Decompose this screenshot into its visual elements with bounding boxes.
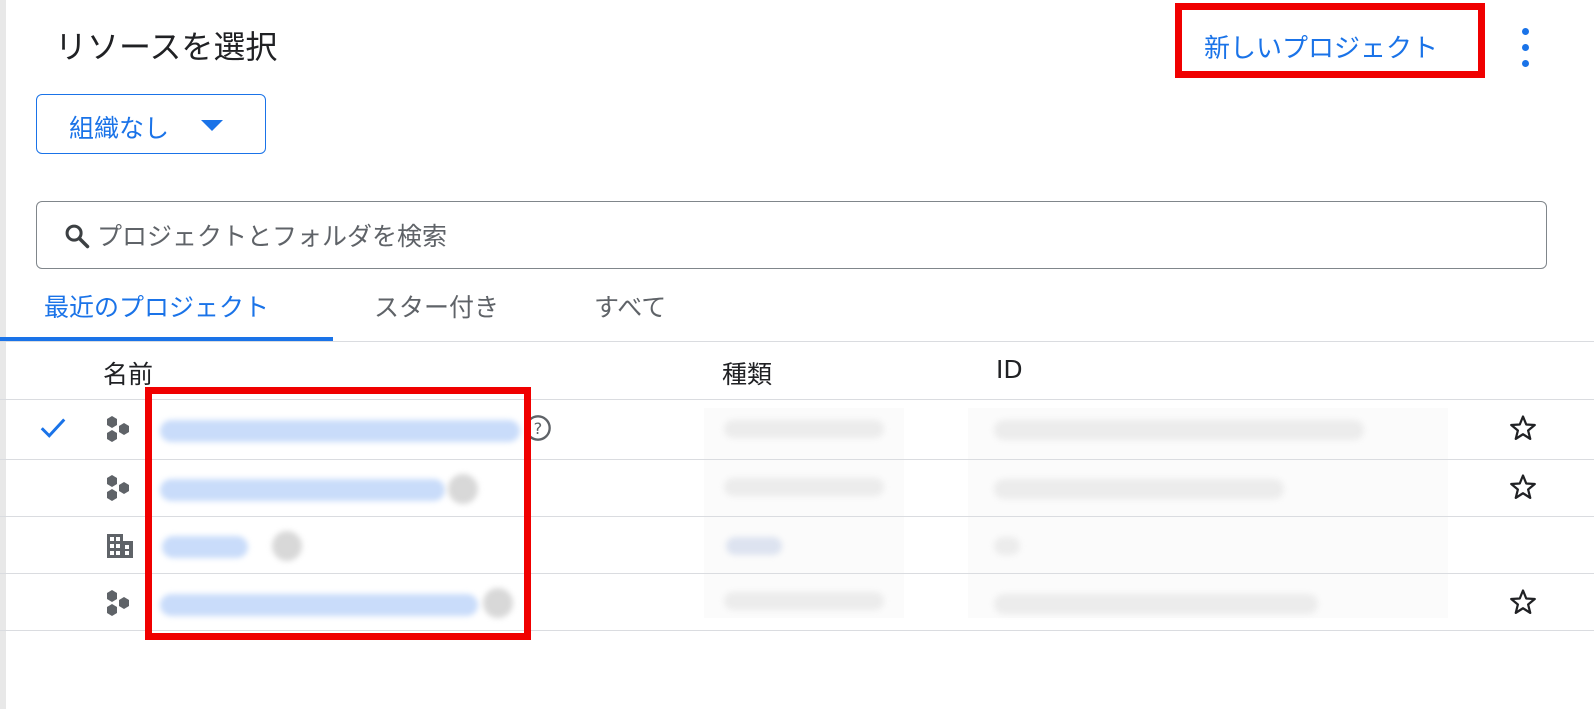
project-hexagons-icon	[107, 475, 129, 501]
search-box[interactable]	[36, 201, 1547, 269]
background-page-edge	[0, 0, 6, 709]
svg-text:?: ?	[534, 419, 543, 438]
redacted-project-type	[724, 420, 884, 438]
redacted-project-id	[994, 594, 1318, 614]
redacted-type-area	[704, 408, 904, 618]
highlight-project-names	[145, 387, 531, 640]
project-hexagons-icon	[107, 590, 129, 616]
tab-all[interactable]: すべて	[594, 288, 666, 324]
organization-building-icon	[107, 534, 133, 558]
search-icon	[65, 224, 90, 249]
column-header-name[interactable]: 名前	[103, 355, 153, 391]
highlight-new-project	[1175, 3, 1485, 78]
star-outline-icon[interactable]	[1508, 472, 1538, 502]
redacted-org-id	[994, 537, 1020, 555]
redacted-project-id	[994, 420, 1364, 440]
star-outline-icon[interactable]	[1508, 413, 1538, 443]
check-icon	[40, 418, 66, 438]
column-header-id[interactable]: ID	[996, 355, 1023, 384]
tab-recent-projects[interactable]: 最近のプロジェクト	[44, 288, 269, 324]
redacted-project-type	[724, 592, 884, 610]
redacted-org-type	[726, 537, 782, 555]
search-input[interactable]	[95, 214, 1499, 258]
tab-starred[interactable]: スター付き	[374, 288, 499, 324]
organization-dropdown-label: 組織なし	[69, 114, 170, 143]
more-vert-icon[interactable]	[1518, 28, 1532, 68]
dialog-title: リソースを選択	[55, 28, 278, 66]
star-outline-icon[interactable]	[1508, 587, 1538, 617]
column-header-type[interactable]: 種類	[722, 355, 772, 391]
caret-down-icon	[201, 120, 223, 131]
redacted-project-id	[994, 479, 1284, 499]
project-hexagons-icon	[107, 416, 129, 442]
organization-dropdown[interactable]: 組織なし	[36, 94, 266, 154]
redacted-project-type	[724, 478, 884, 496]
tabs-divider	[0, 341, 1594, 342]
